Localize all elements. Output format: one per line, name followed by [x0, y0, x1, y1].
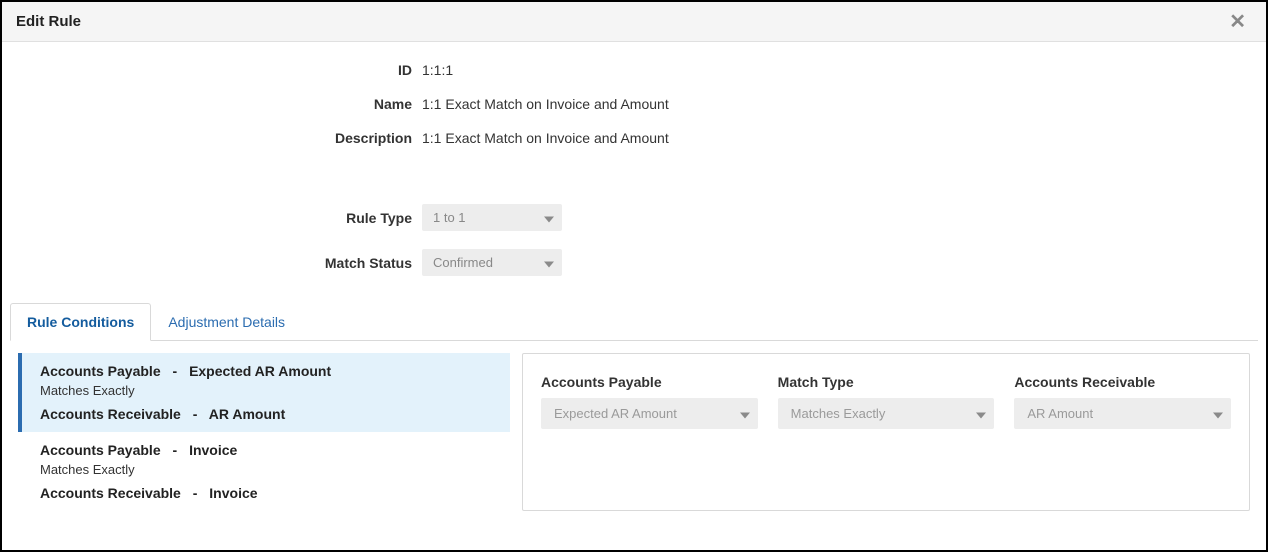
detail-match-type-select[interactable]: Matches Exactly: [778, 398, 995, 429]
name-value: 1:1 Exact Match on Invoice and Amount: [422, 96, 669, 112]
tab-adjustment-details[interactable]: Adjustment Details: [151, 303, 302, 341]
condition-line-a: Accounts Payable - Invoice: [40, 442, 496, 458]
condition-source-b: Accounts Receivable: [40, 485, 181, 501]
rule-type-select[interactable]: 1 to 1: [422, 204, 562, 231]
condition-field-b: Invoice: [209, 485, 257, 501]
detail-accounts-payable-select[interactable]: Expected AR Amount: [541, 398, 758, 429]
conditions-list: Accounts Payable - Expected AR Amount Ma…: [18, 353, 510, 511]
condition-line-b: Accounts Receivable - AR Amount: [40, 406, 496, 422]
rule-type-label: Rule Type: [2, 210, 422, 226]
condition-field-b: AR Amount: [209, 406, 285, 422]
condition-line-a: Accounts Payable - Expected AR Amount: [40, 363, 496, 379]
modal-title: Edit Rule: [16, 13, 1223, 30]
condition-separator: -: [173, 442, 178, 458]
match-status-label: Match Status: [2, 255, 422, 271]
condition-source-a: Accounts Payable: [40, 442, 161, 458]
condition-detail-panel: Accounts Payable Expected AR Amount Matc…: [522, 353, 1250, 511]
detail-accounts-payable-label: Accounts Payable: [541, 374, 758, 390]
close-icon: ✕: [1229, 11, 1246, 33]
description-label: Description: [2, 130, 422, 146]
condition-field-a: Invoice: [189, 442, 237, 458]
modal-header: Edit Rule ✕: [2, 2, 1266, 42]
detail-accounts-receivable-select[interactable]: AR Amount: [1014, 398, 1231, 429]
name-label: Name: [2, 96, 422, 112]
tab-rule-conditions[interactable]: Rule Conditions: [10, 303, 151, 341]
tabs: Rule Conditions Adjustment Details: [10, 302, 1258, 341]
condition-item[interactable]: Accounts Payable - Invoice Matches Exact…: [18, 432, 510, 511]
condition-source-b: Accounts Receivable: [40, 406, 181, 422]
condition-match-type: Matches Exactly: [40, 383, 496, 398]
detail-match-type-label: Match Type: [778, 374, 995, 390]
close-button[interactable]: ✕: [1223, 9, 1252, 34]
detail-accounts-receivable-label: Accounts Receivable: [1014, 374, 1231, 390]
condition-field-a: Expected AR Amount: [189, 363, 331, 379]
condition-source-a: Accounts Payable: [40, 363, 161, 379]
condition-match-type: Matches Exactly: [40, 462, 496, 477]
condition-line-b: Accounts Receivable - Invoice: [40, 485, 496, 501]
match-status-select[interactable]: Confirmed: [422, 249, 562, 276]
id-label: ID: [2, 62, 422, 78]
id-value: 1:1:1: [422, 62, 453, 78]
condition-separator: -: [173, 363, 178, 379]
condition-item[interactable]: Accounts Payable - Expected AR Amount Ma…: [18, 353, 510, 432]
condition-separator: -: [193, 485, 198, 501]
condition-separator: -: [193, 406, 198, 422]
description-value: 1:1 Exact Match on Invoice and Amount: [422, 130, 669, 146]
